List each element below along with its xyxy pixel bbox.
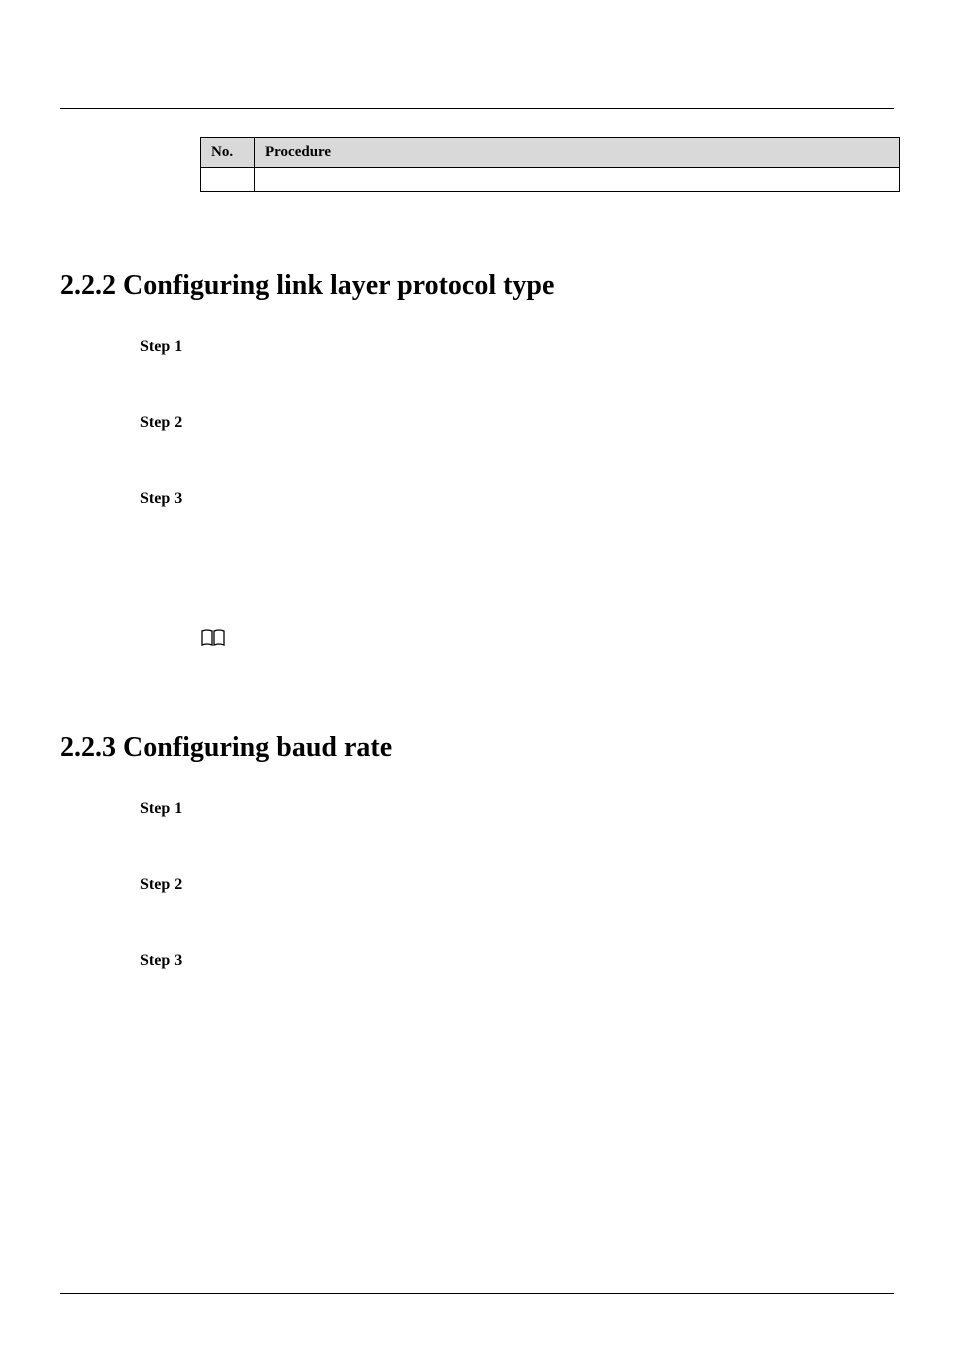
book-icon — [200, 628, 226, 654]
step-block: Step 3 — [140, 490, 894, 508]
footer-divider — [60, 1293, 894, 1294]
step-label: Step 3 — [140, 952, 182, 969]
header-divider — [60, 108, 894, 109]
step-label: Step 2 — [140, 414, 182, 431]
cell-procedure — [255, 168, 900, 192]
section-heading-222: 2.2.2 Configuring link layer protocol ty… — [60, 270, 894, 302]
step-label: Step 1 — [140, 800, 182, 817]
step-block: Step 1 — [140, 338, 894, 356]
section-heading-223: 2.2.3 Configuring baud rate — [60, 732, 894, 764]
table-header-row: No. Procedure — [201, 138, 900, 168]
col-header-no: No. — [201, 138, 255, 168]
procedure-table: No. Procedure — [200, 137, 900, 192]
step-label: Step 3 — [140, 490, 182, 507]
step-label: Step 1 — [140, 338, 182, 355]
step-block: Step 2 — [140, 414, 894, 432]
note-block — [200, 628, 894, 654]
step-block: Step 2 — [140, 876, 894, 894]
step-block: Step 1 — [140, 800, 894, 818]
col-header-procedure: Procedure — [255, 138, 900, 168]
step-block: Step 3 — [140, 952, 894, 970]
step-label: Step 2 — [140, 876, 182, 893]
table-row — [201, 168, 900, 192]
cell-no — [201, 168, 255, 192]
